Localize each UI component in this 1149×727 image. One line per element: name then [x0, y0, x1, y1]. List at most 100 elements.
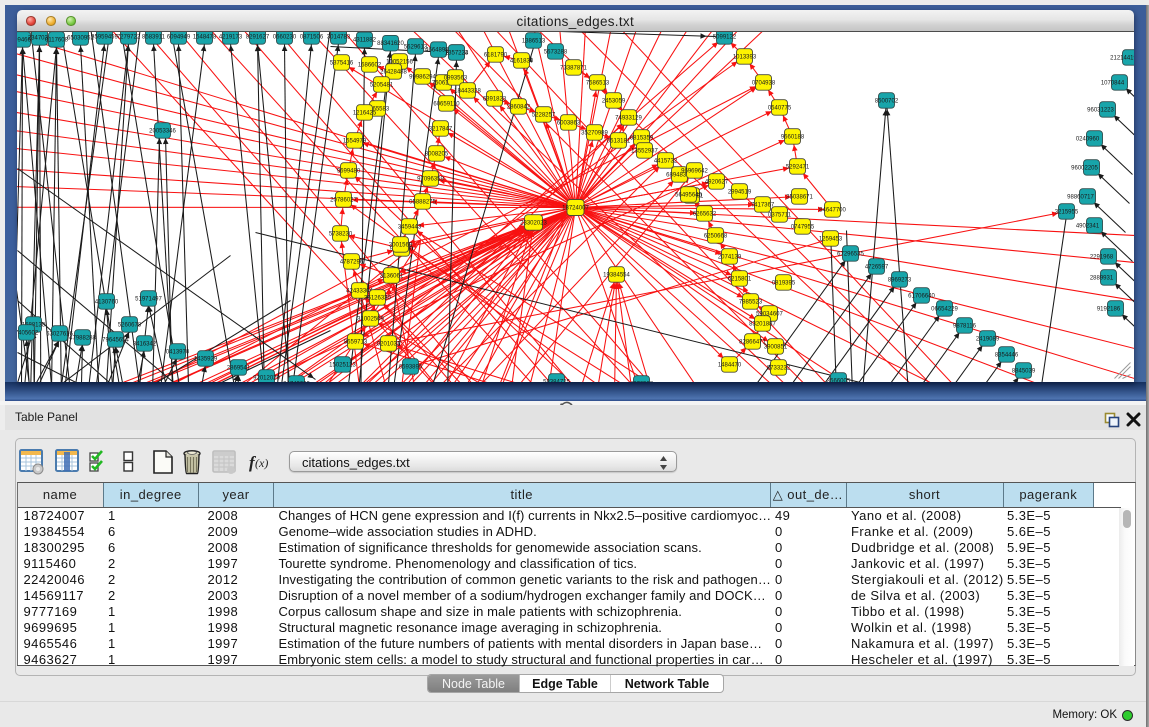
- svg-text:5738230: 5738230: [328, 231, 352, 237]
- svg-text:8733232: 8733232: [766, 365, 790, 371]
- svg-text:0993563: 0993563: [443, 75, 467, 81]
- svg-text:1435929: 1435929: [193, 356, 217, 362]
- svg-text:98860717: 98860717: [1067, 194, 1094, 200]
- svg-text:8659713: 8659713: [343, 339, 367, 345]
- svg-text:4130760: 4130760: [94, 299, 118, 305]
- svg-text:51971497: 51971497: [135, 296, 162, 302]
- svg-text:0240960: 0240960: [1075, 136, 1099, 142]
- svg-text:82866471: 82866471: [739, 339, 766, 345]
- svg-text:8583911: 8583911: [142, 34, 166, 40]
- svg-text:0704938: 0704938: [751, 80, 775, 86]
- svg-text:5673288: 5673288: [543, 49, 567, 55]
- svg-text:6815359: 6815359: [629, 135, 653, 141]
- svg-text:1548478: 1548478: [192, 34, 216, 40]
- svg-text:4415732: 4415732: [653, 158, 677, 164]
- svg-text:97096359: 97096359: [417, 176, 444, 182]
- svg-text:0375711: 0375711: [768, 212, 792, 218]
- svg-text:7279722: 7279722: [116, 34, 140, 40]
- svg-text:6003863: 6003863: [556, 120, 580, 126]
- svg-text:3136061: 3136061: [379, 273, 403, 279]
- svg-text:7985523: 7985523: [738, 299, 762, 305]
- svg-text:3459443: 3459443: [397, 224, 421, 230]
- svg-text:2889931: 2889931: [1089, 275, 1113, 281]
- svg-text:24749009: 24749009: [283, 381, 310, 382]
- svg-text:5228257: 5228257: [531, 112, 555, 118]
- svg-text:0871506: 0871506: [299, 34, 323, 40]
- svg-text:7417367: 7417367: [750, 202, 774, 208]
- svg-text:21214419: 21214419: [1110, 55, 1134, 61]
- svg-text:2994519: 2994519: [727, 189, 751, 195]
- svg-text:05888275: 05888275: [409, 199, 436, 205]
- svg-text:74933129: 74933129: [615, 115, 642, 121]
- svg-text:67296535: 67296535: [837, 251, 864, 257]
- svg-text:5292471: 5292471: [785, 164, 809, 170]
- svg-text:0513181: 0513181: [606, 138, 630, 144]
- svg-text:26428488: 26428488: [380, 69, 407, 75]
- svg-text:7586513: 7586513: [585, 80, 609, 86]
- svg-text:3900851: 3900851: [763, 344, 787, 350]
- svg-text:35270989: 35270989: [581, 130, 608, 136]
- svg-text:8845039: 8845039: [1011, 368, 1035, 374]
- svg-text:36126330: 36126330: [364, 295, 391, 301]
- svg-text:8291627: 8291627: [245, 34, 269, 40]
- svg-text:3001569: 3001569: [388, 242, 412, 248]
- svg-text:3217847: 3217847: [428, 126, 452, 132]
- svg-text:96031223: 96031223: [1087, 107, 1114, 113]
- svg-text:9660188: 9660188: [780, 134, 804, 140]
- svg-text:6250668: 6250668: [703, 233, 727, 239]
- svg-text:8354446: 8354446: [994, 352, 1018, 358]
- svg-text:1259453: 1259453: [818, 236, 842, 242]
- svg-text:20786027: 20786027: [330, 197, 357, 203]
- svg-text:20053346: 20053346: [149, 128, 176, 134]
- svg-text:73387871: 73387871: [560, 65, 587, 71]
- svg-text:1484470: 1484470: [717, 362, 741, 368]
- svg-text:8500702: 8500702: [874, 98, 898, 104]
- svg-text:1216425: 1216425: [352, 110, 376, 116]
- svg-text:1554979: 1554979: [342, 138, 366, 144]
- svg-text:0660230: 0660230: [272, 34, 296, 40]
- svg-text:2869541: 2869541: [226, 365, 250, 371]
- svg-text:96002205: 96002205: [1071, 165, 1098, 171]
- svg-text:4219173: 4219173: [218, 34, 242, 40]
- svg-text:2074139: 2074139: [717, 254, 741, 260]
- svg-text:2291968: 2291968: [1089, 254, 1113, 260]
- svg-text:31002509: 31002509: [357, 316, 384, 322]
- svg-text:88341620: 88341620: [377, 41, 404, 47]
- svg-text:9192186: 9192186: [1096, 306, 1120, 312]
- svg-text:2419089: 2419089: [975, 336, 999, 342]
- svg-text:92012029: 92012029: [253, 375, 280, 381]
- svg-text:4076538: 4076538: [629, 381, 653, 382]
- svg-text:9699480: 9699480: [336, 168, 360, 174]
- svg-text:56495645: 56495645: [675, 192, 702, 198]
- svg-text:8008205: 8008205: [424, 151, 448, 157]
- svg-text:6593896: 6593896: [398, 364, 422, 370]
- svg-text:0819395: 0819395: [771, 280, 795, 286]
- svg-text:18443328: 18443328: [454, 88, 481, 94]
- svg-text:0413970: 0413970: [165, 349, 189, 355]
- svg-text:13552937: 13552937: [631, 148, 658, 154]
- svg-text:4920627: 4920627: [704, 179, 728, 185]
- svg-text:3566005: 3566005: [826, 378, 850, 382]
- svg-text:0117608: 0117608: [45, 37, 69, 43]
- svg-text:2860842: 2860842: [506, 104, 530, 110]
- svg-text:83201887: 83201887: [749, 321, 776, 327]
- svg-text:5375416: 5375416: [329, 60, 353, 66]
- svg-text:4311882: 4311882: [353, 37, 377, 43]
- svg-text:9878116: 9878116: [953, 323, 977, 329]
- svg-text:6215801: 6215801: [727, 276, 751, 282]
- svg-text:35959459: 35959459: [91, 34, 118, 40]
- svg-text:1386513: 1386513: [521, 38, 545, 44]
- svg-text:(x): (x): [255, 456, 268, 470]
- svg-text:84647700: 84647700: [819, 207, 846, 213]
- svg-text:61706640: 61706640: [908, 293, 935, 299]
- svg-text:1686602: 1686602: [357, 62, 381, 68]
- svg-text:35038671: 35038671: [786, 194, 813, 200]
- svg-text:6265632: 6265632: [692, 211, 716, 217]
- svg-text:5205481: 5205481: [369, 82, 393, 88]
- svg-text:3215955: 3215955: [1054, 209, 1078, 215]
- svg-text:2453059: 2453059: [601, 98, 625, 104]
- svg-text:18724007: 18724007: [562, 205, 589, 211]
- svg-text:4161830: 4161830: [509, 58, 533, 64]
- svg-text:6181790: 6181790: [483, 52, 507, 58]
- svg-text:19384554: 19384554: [603, 272, 630, 278]
